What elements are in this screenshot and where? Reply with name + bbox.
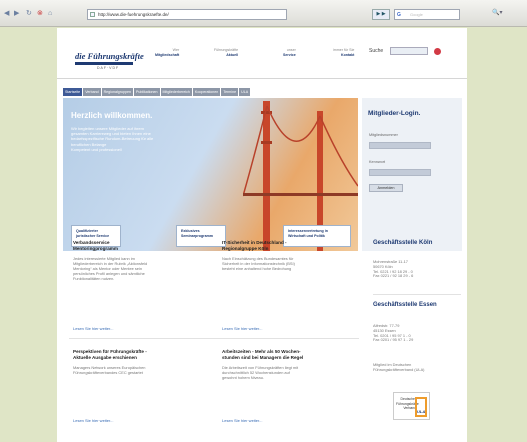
go-button[interactable]: ▶ ▶ (372, 9, 390, 20)
nav-kontakt[interactable]: immer für Sie Kontakt (333, 48, 354, 58)
article-title[interactable]: Perspektiven für Führungskräfte - Aktuel… (73, 349, 213, 360)
read-more-link[interactable]: Lesen Sie hier weiter... (73, 418, 113, 423)
ula-mark-icon: ULA (415, 397, 427, 417)
favicon-icon (90, 12, 95, 17)
nav-aktuell[interactable]: Führungskräfte Aktuell (214, 48, 238, 58)
tab-regionalgruppen[interactable]: Regionalgruppen (101, 88, 133, 96)
member-number-input[interactable] (369, 142, 431, 149)
welcome-banner: Herzlich willkommen. Wir begleiten unser… (63, 98, 358, 251)
office-essen-address: Alfredstr. 77-79 45130 Essen Tel. 0201 /… (373, 323, 414, 343)
zoom-icon[interactable]: 🔍▾ (492, 9, 502, 16)
article-perspektiven: Perspektiven für Führungskräfte - Aktuel… (73, 349, 213, 375)
home-icon[interactable]: ⌂ (48, 10, 52, 18)
ula-logo[interactable]: Deutscher Führungskräfte Verband ULA (393, 392, 430, 420)
logo-subtitle: DAF·VDF (97, 66, 120, 70)
article-arbeitszeiten: Arbeitszeiten - Mehr als 50 Wochen- stun… (222, 349, 357, 380)
header-divider (57, 78, 467, 79)
tab-termine[interactable]: Termine (221, 88, 239, 96)
logo-bar (75, 62, 133, 65)
article-body: Jedes interessierte Mitglied kann im Mit… (73, 256, 148, 282)
site-logo[interactable]: die Führungskräfte (75, 51, 144, 61)
office-divider (373, 294, 461, 295)
office-koeln-address: Mohrenstraße 11-17 50670 Köln Tel. 0221 … (373, 259, 414, 279)
browser-search-input[interactable]: G Google (394, 9, 460, 20)
article-body: Managers Network unseres Europäischen Fü… (73, 365, 146, 376)
stop-icon[interactable]: ⊗ (37, 10, 43, 18)
article-divider (69, 338, 359, 339)
nav-service[interactable]: unser Service (283, 48, 296, 58)
url-text: http://www.die-fuehrungskraefte.de/ (98, 12, 169, 17)
login-button[interactable]: Anmelden (369, 184, 403, 192)
article-title[interactable]: IT-Sicherheit in Deutschland - Regionalg… (222, 240, 357, 251)
tab-publikationen[interactable]: Publikationen (133, 88, 160, 96)
office-essen-title: Geschäftsstelle Essen (373, 302, 437, 308)
login-title: Mitglieder-Login. (368, 110, 421, 117)
main-tabs: Startseite Verband Regionalgruppen Publi… (63, 88, 251, 96)
password-input[interactable] (369, 169, 431, 176)
nav-mitgliedschaft[interactable]: Wer Mitgliedschaft (155, 48, 179, 58)
welcome-text: Wir begleiten unsere Mitglieder auf ihre… (71, 126, 154, 152)
forward-icon[interactable]: ▶ (14, 10, 19, 18)
site-search-label: Suche (369, 48, 384, 54)
login-panel: Mitglieder-Login. Mitgliedsnummer Kennwo… (362, 98, 462, 251)
tab-kooperationen[interactable]: Kooperationen (192, 88, 221, 96)
article-title[interactable]: Verbandsservice Mentoringprogramm (73, 240, 213, 251)
article-body: Die Arbeitszeit von Führungskräften lieg… (222, 365, 299, 381)
ula-caption: Mitglied im Deutschen Führungskräfteverb… (373, 362, 425, 372)
back-icon[interactable]: ◀ (4, 10, 9, 18)
read-more-link[interactable]: Lesen Sie hier weiter... (73, 326, 113, 331)
read-more-link[interactable]: Lesen Sie hier weiter... (222, 326, 262, 331)
welcome-title: Herzlich willkommen. (71, 111, 153, 120)
member-number-label: Mitgliedsnummer (369, 133, 398, 137)
article-it-sicherheit: IT-Sicherheit in Deutschland - Regionalg… (222, 240, 357, 271)
url-bar[interactable]: http://www.die-fuehrungskraefte.de/ (87, 9, 287, 20)
read-more-link[interactable]: Lesen Sie hier weiter... (222, 418, 262, 423)
article-title[interactable]: Arbeitszeiten - Mehr als 50 Wochen- stun… (222, 349, 357, 360)
tab-verband[interactable]: Verband (83, 88, 101, 96)
site-search-button[interactable] (434, 48, 441, 55)
google-icon: G (397, 12, 401, 18)
office-koeln-title: Geschäftsstelle Köln (373, 240, 433, 246)
tab-startseite[interactable]: Startseite (63, 88, 83, 96)
web-page: die Führungskräfte DAF·VDF Wer Mitglieds… (57, 28, 467, 442)
password-label: Kennwort (369, 160, 386, 164)
site-search-input[interactable] (390, 47, 428, 55)
tab-ula[interactable]: ULA (239, 88, 251, 96)
reload-icon[interactable]: ↻ (26, 10, 32, 18)
article-mentoring: Verbandsservice Mentoringprogramm Jedes … (73, 240, 213, 281)
browser-toolbar: ◀ ▶ ↻ ⊗ ⌂ http://www.die-fuehrungskraeft… (0, 0, 527, 27)
article-body: Nach Einschätzung des Bundesamtes für Si… (222, 256, 295, 272)
tab-mitgliederbereich[interactable]: Mitgliederbereich (160, 88, 192, 96)
